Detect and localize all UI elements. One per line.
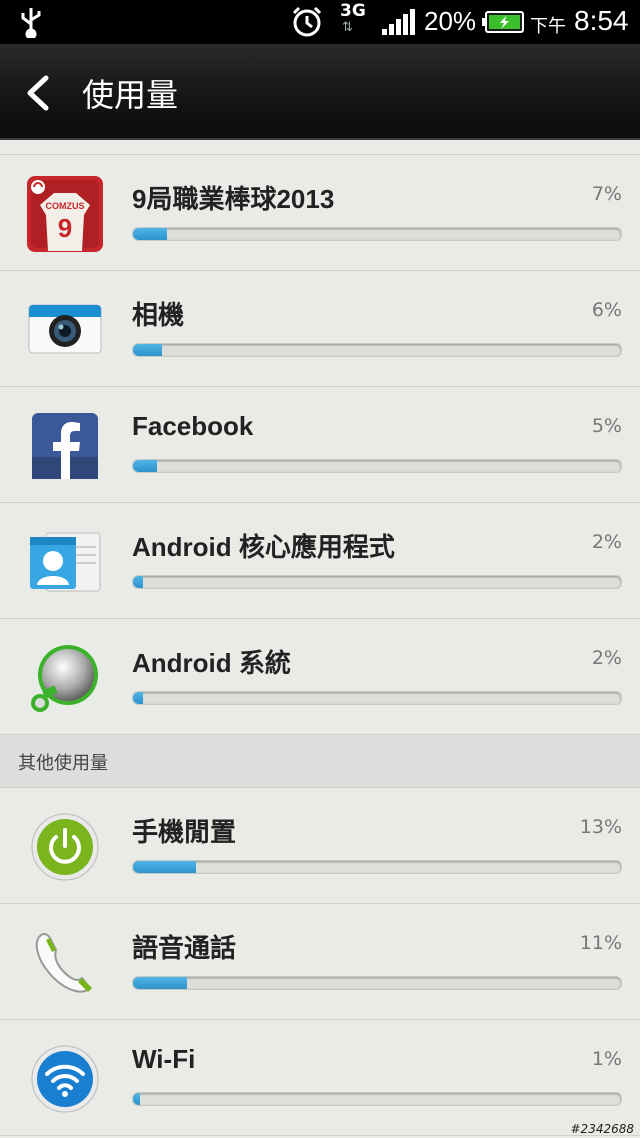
usage-bar-fill (133, 977, 187, 989)
list-item[interactable]: Android 核心應用程式 2% (0, 503, 640, 619)
svg-text:9: 9 (58, 213, 72, 243)
svg-text:COMZUS: COMZUS (46, 201, 85, 211)
usage-percent: 2% (591, 531, 622, 553)
usage-percent: 1% (591, 1048, 622, 1070)
item-name: 語音通話 (132, 933, 237, 963)
usage-bar (132, 343, 622, 357)
usage-percent: 5% (591, 415, 622, 437)
camera-icon (26, 291, 104, 369)
usage-bar-fill (133, 344, 163, 356)
usage-bar (132, 1092, 622, 1106)
page-title: 使用量 (82, 76, 179, 114)
ampm: 下午 (530, 16, 566, 37)
data-arrows-icon: ⇅ (342, 20, 353, 35)
usage-bar (132, 459, 622, 473)
list-item[interactable]: 9 COMZUS 9局職業棒球2013 7% (0, 155, 640, 271)
list-item[interactable]: 相機 6% (0, 271, 640, 387)
signal-icon (382, 9, 416, 39)
list-item[interactable]: Android 系統 2% (0, 619, 640, 735)
usage-bar-fill (133, 1093, 141, 1105)
usage-bar (132, 976, 622, 990)
status-bar: 3G ⇅ 20% 下午 8:54 (0, 0, 640, 44)
usage-bar-fill (133, 576, 143, 588)
usage-percent: 7% (591, 183, 622, 205)
usage-bar-fill (133, 692, 143, 704)
app-name: 9局職業棒球2013 (132, 184, 335, 214)
usage-bar-fill (133, 861, 197, 873)
usage-percent: 2% (591, 647, 622, 669)
list-item[interactable]: Facebook 5% (0, 387, 640, 503)
battery-percent: 20% (424, 6, 477, 36)
usage-bar (132, 860, 622, 874)
app-name: Android 系統 (132, 648, 291, 678)
section-title: 其他使用量 (18, 753, 108, 774)
battery-charging-icon (482, 11, 524, 37)
watermark: #2342688 (570, 1122, 635, 1136)
usage-bar (132, 227, 622, 241)
alarm-icon (290, 5, 324, 43)
clock: 8:54 (574, 5, 629, 36)
contacts-icon (26, 523, 104, 601)
list-item[interactable]: 手機閒置 13% (0, 788, 640, 904)
facebook-icon (26, 407, 104, 485)
list-item[interactable]: 語音通話 11% (0, 904, 640, 1020)
usage-bar-fill (133, 460, 158, 472)
usage-percent: 11% (579, 932, 622, 954)
item-name: Wi-Fi (132, 1044, 196, 1074)
power-icon (26, 808, 104, 886)
usage-bar (132, 691, 622, 705)
item-name: 手機閒置 (132, 817, 237, 847)
wifi-icon (26, 1040, 104, 1118)
usage-percent: 13% (579, 816, 622, 838)
phone-icon (26, 924, 104, 1002)
usage-bar-fill (133, 228, 168, 240)
android-system-icon (26, 639, 104, 717)
network-type: 3G (340, 1, 366, 21)
usb-icon (18, 6, 44, 42)
usage-percent: 6% (591, 299, 622, 321)
list-item[interactable]: Wi-Fi 1% (0, 1020, 640, 1136)
section-header: 其他使用量 (0, 735, 640, 788)
app-name: 相機 (132, 300, 185, 330)
app-name: Facebook (132, 411, 254, 441)
action-bar: 使用量 (0, 44, 640, 140)
back-chevron-icon[interactable] (24, 74, 52, 116)
usage-list: 9 COMZUS 9局職業棒球2013 7% 相機 6% Facebook 5% … (0, 140, 640, 1136)
usage-bar (132, 575, 622, 589)
app-name: Android 核心應用程式 (132, 532, 395, 562)
baseball-game-icon: 9 COMZUS (26, 175, 104, 253)
